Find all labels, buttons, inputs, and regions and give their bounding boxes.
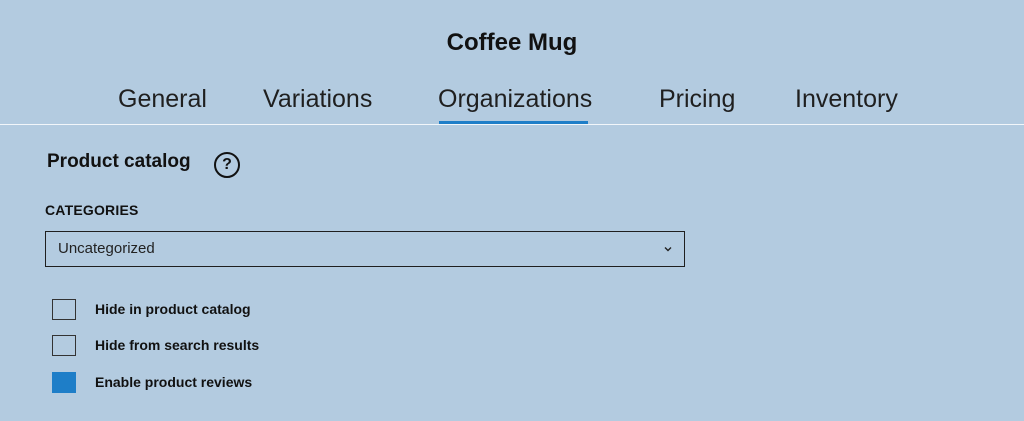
tab-bar: General Variations Organizations Pricing… <box>0 84 1024 124</box>
help-icon-glyph: ? <box>222 156 232 173</box>
tab-divider <box>0 124 1024 125</box>
hide-from-search-checkbox[interactable] <box>52 335 76 356</box>
option-enable-reviews[interactable]: Enable product reviews <box>52 372 452 394</box>
page-title: Coffee Mug <box>446 29 578 56</box>
enable-reviews-checkbox[interactable] <box>52 372 76 393</box>
option-hide-in-catalog[interactable]: Hide in product catalog <box>52 299 452 321</box>
tab-inventory[interactable]: Inventory <box>795 84 898 114</box>
hide-from-search-label: Hide from search results <box>95 337 260 353</box>
tab-general[interactable]: General <box>118 84 207 114</box>
categories-label: CATEGORIES <box>45 202 139 218</box>
enable-reviews-label: Enable product reviews <box>95 374 253 390</box>
option-hide-from-search[interactable]: Hide from search results <box>52 335 452 357</box>
hide-in-catalog-checkbox[interactable] <box>52 299 76 320</box>
categories-selected-value: Uncategorized <box>58 240 155 257</box>
chevron-down-icon <box>664 247 672 252</box>
tab-pricing[interactable]: Pricing <box>659 84 735 114</box>
help-icon[interactable]: ? <box>214 152 240 178</box>
categories-select[interactable]: Uncategorized <box>45 231 685 267</box>
hide-in-catalog-label: Hide in product catalog <box>95 301 251 317</box>
section-title: Product catalog <box>47 151 191 172</box>
tab-variations[interactable]: Variations <box>263 84 372 114</box>
tab-organizations[interactable]: Organizations <box>438 84 592 124</box>
